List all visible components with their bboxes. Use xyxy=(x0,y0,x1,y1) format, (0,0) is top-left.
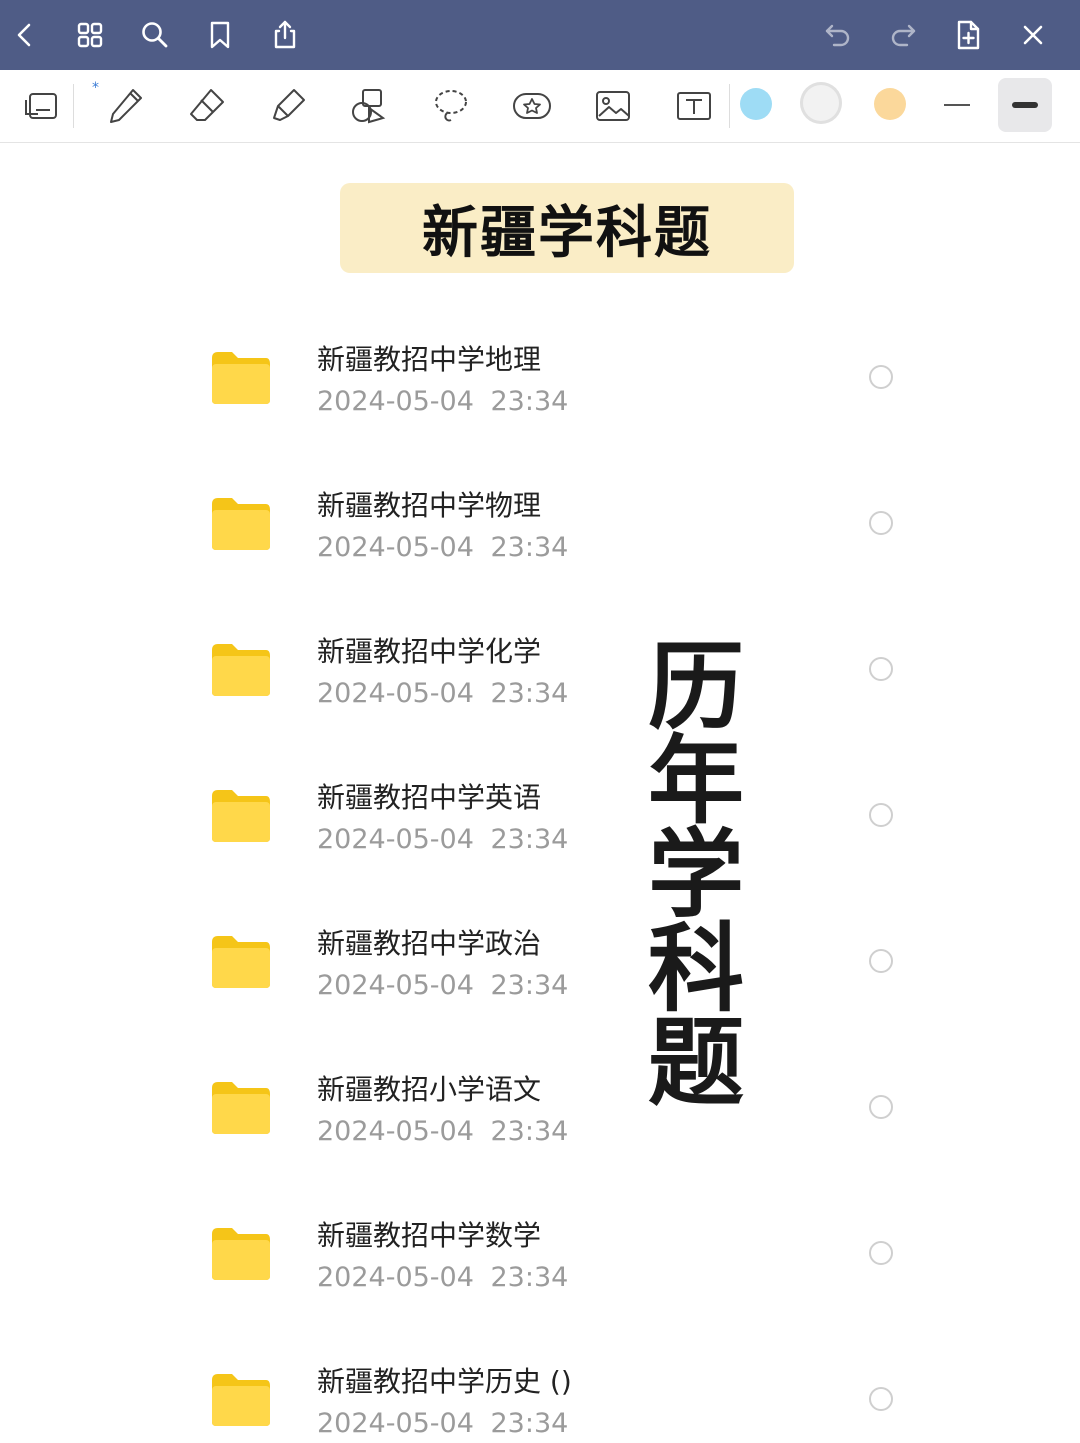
list-item[interactable]: 新疆教招中学历史 () 2024-05-04 23:34 xyxy=(0,1350,1080,1443)
grid-icon[interactable] xyxy=(69,14,111,56)
list-item[interactable]: 新疆教招中学英语 2024-05-04 23:34 xyxy=(0,766,1080,912)
list-item[interactable]: 新疆教招中学地理 2024-05-04 23:34 xyxy=(0,328,1080,474)
file-date: 2024-05-04 23:34 xyxy=(317,1408,569,1439)
file-name: 新疆教招中学数学 xyxy=(317,1219,542,1252)
thin-stroke-option[interactable] xyxy=(944,104,970,106)
lasso-icon[interactable] xyxy=(423,80,479,132)
list-item[interactable]: 新疆教招中学化学 2024-05-04 23:34 xyxy=(0,620,1080,766)
folder-icon xyxy=(210,496,272,552)
select-radio[interactable] xyxy=(869,949,893,973)
add-page-icon[interactable] xyxy=(947,14,989,56)
color-swatch-blue[interactable] xyxy=(740,88,772,120)
title-banner: 新疆学科题 xyxy=(340,183,794,273)
eraser-icon[interactable] xyxy=(179,80,235,132)
list-item[interactable]: 新疆教招中学政治 2024-05-04 23:34 xyxy=(0,912,1080,1058)
toolbar-divider xyxy=(73,84,74,128)
caption-char: 科 xyxy=(648,912,744,1025)
select-radio[interactable] xyxy=(869,1387,893,1411)
file-name: 新疆教招中学历史 () xyxy=(317,1365,572,1398)
file-date: 2024-05-04 23:34 xyxy=(317,824,569,855)
thick-stroke-option[interactable] xyxy=(998,78,1052,132)
list-item[interactable]: 新疆教招小学语文 2024-05-04 23:34 xyxy=(0,1058,1080,1204)
pen-icon[interactable] xyxy=(97,80,153,132)
file-date: 2024-05-04 23:34 xyxy=(317,1262,569,1293)
file-name: 新疆教招中学化学 xyxy=(317,635,542,668)
caption-char: 题 xyxy=(648,1006,744,1119)
search-icon[interactable] xyxy=(134,14,176,56)
file-date: 2024-05-04 23:34 xyxy=(317,678,569,709)
top-navigation-bar xyxy=(0,0,1080,70)
folder-icon xyxy=(210,1226,272,1282)
select-radio[interactable] xyxy=(869,511,893,535)
file-date: 2024-05-04 23:34 xyxy=(317,532,569,563)
list-item[interactable]: 新疆教招中学数学 2024-05-04 23:34 xyxy=(0,1204,1080,1350)
toolbar-divider xyxy=(729,84,730,128)
select-radio[interactable] xyxy=(869,657,893,681)
folder-icon xyxy=(210,1372,272,1428)
highlighter-icon[interactable] xyxy=(260,80,316,132)
back-icon[interactable] xyxy=(4,14,46,56)
text-box-icon[interactable] xyxy=(666,80,722,132)
select-radio[interactable] xyxy=(869,365,893,389)
file-date: 2024-05-04 23:34 xyxy=(317,1116,569,1147)
folder-icon xyxy=(210,642,272,698)
color-swatch-white-selected[interactable] xyxy=(800,82,842,124)
bookmark-icon[interactable] xyxy=(199,14,241,56)
undo-icon[interactable] xyxy=(817,14,859,56)
drawing-toolbar: * xyxy=(0,70,1080,143)
file-name: 新疆教招中学英语 xyxy=(317,781,542,814)
folder-icon xyxy=(210,350,272,406)
share-icon[interactable] xyxy=(264,14,306,56)
folder-icon xyxy=(210,934,272,990)
file-name: 新疆教招小学语文 xyxy=(317,1073,542,1106)
close-icon[interactable] xyxy=(1012,14,1054,56)
caption-char: 学 xyxy=(648,818,744,931)
file-name: 新疆教招中学政治 xyxy=(317,927,542,960)
page-layout-icon[interactable] xyxy=(14,80,70,132)
select-radio[interactable] xyxy=(869,1241,893,1265)
sticker-icon[interactable] xyxy=(504,80,560,132)
file-date: 2024-05-04 23:34 xyxy=(317,386,569,417)
folder-icon xyxy=(210,788,272,844)
image-icon[interactable] xyxy=(585,80,641,132)
file-name: 新疆教招中学物理 xyxy=(317,489,542,522)
caption-char: 历 xyxy=(648,630,744,743)
color-swatch-orange[interactable] xyxy=(874,88,906,120)
list-item[interactable]: 新疆教招中学物理 2024-05-04 23:34 xyxy=(0,474,1080,620)
select-radio[interactable] xyxy=(869,803,893,827)
file-name: 新疆教招中学地理 xyxy=(317,343,542,376)
shapes-icon[interactable] xyxy=(341,80,397,132)
thick-stroke-line xyxy=(1012,102,1038,108)
vertical-caption: 历 年 学 科 题 xyxy=(640,630,752,1119)
select-radio[interactable] xyxy=(869,1095,893,1119)
redo-icon[interactable] xyxy=(882,14,924,56)
banner-title: 新疆学科题 xyxy=(422,199,712,266)
caption-char: 年 xyxy=(648,724,744,837)
file-date: 2024-05-04 23:34 xyxy=(317,970,569,1001)
folder-icon xyxy=(210,1080,272,1136)
